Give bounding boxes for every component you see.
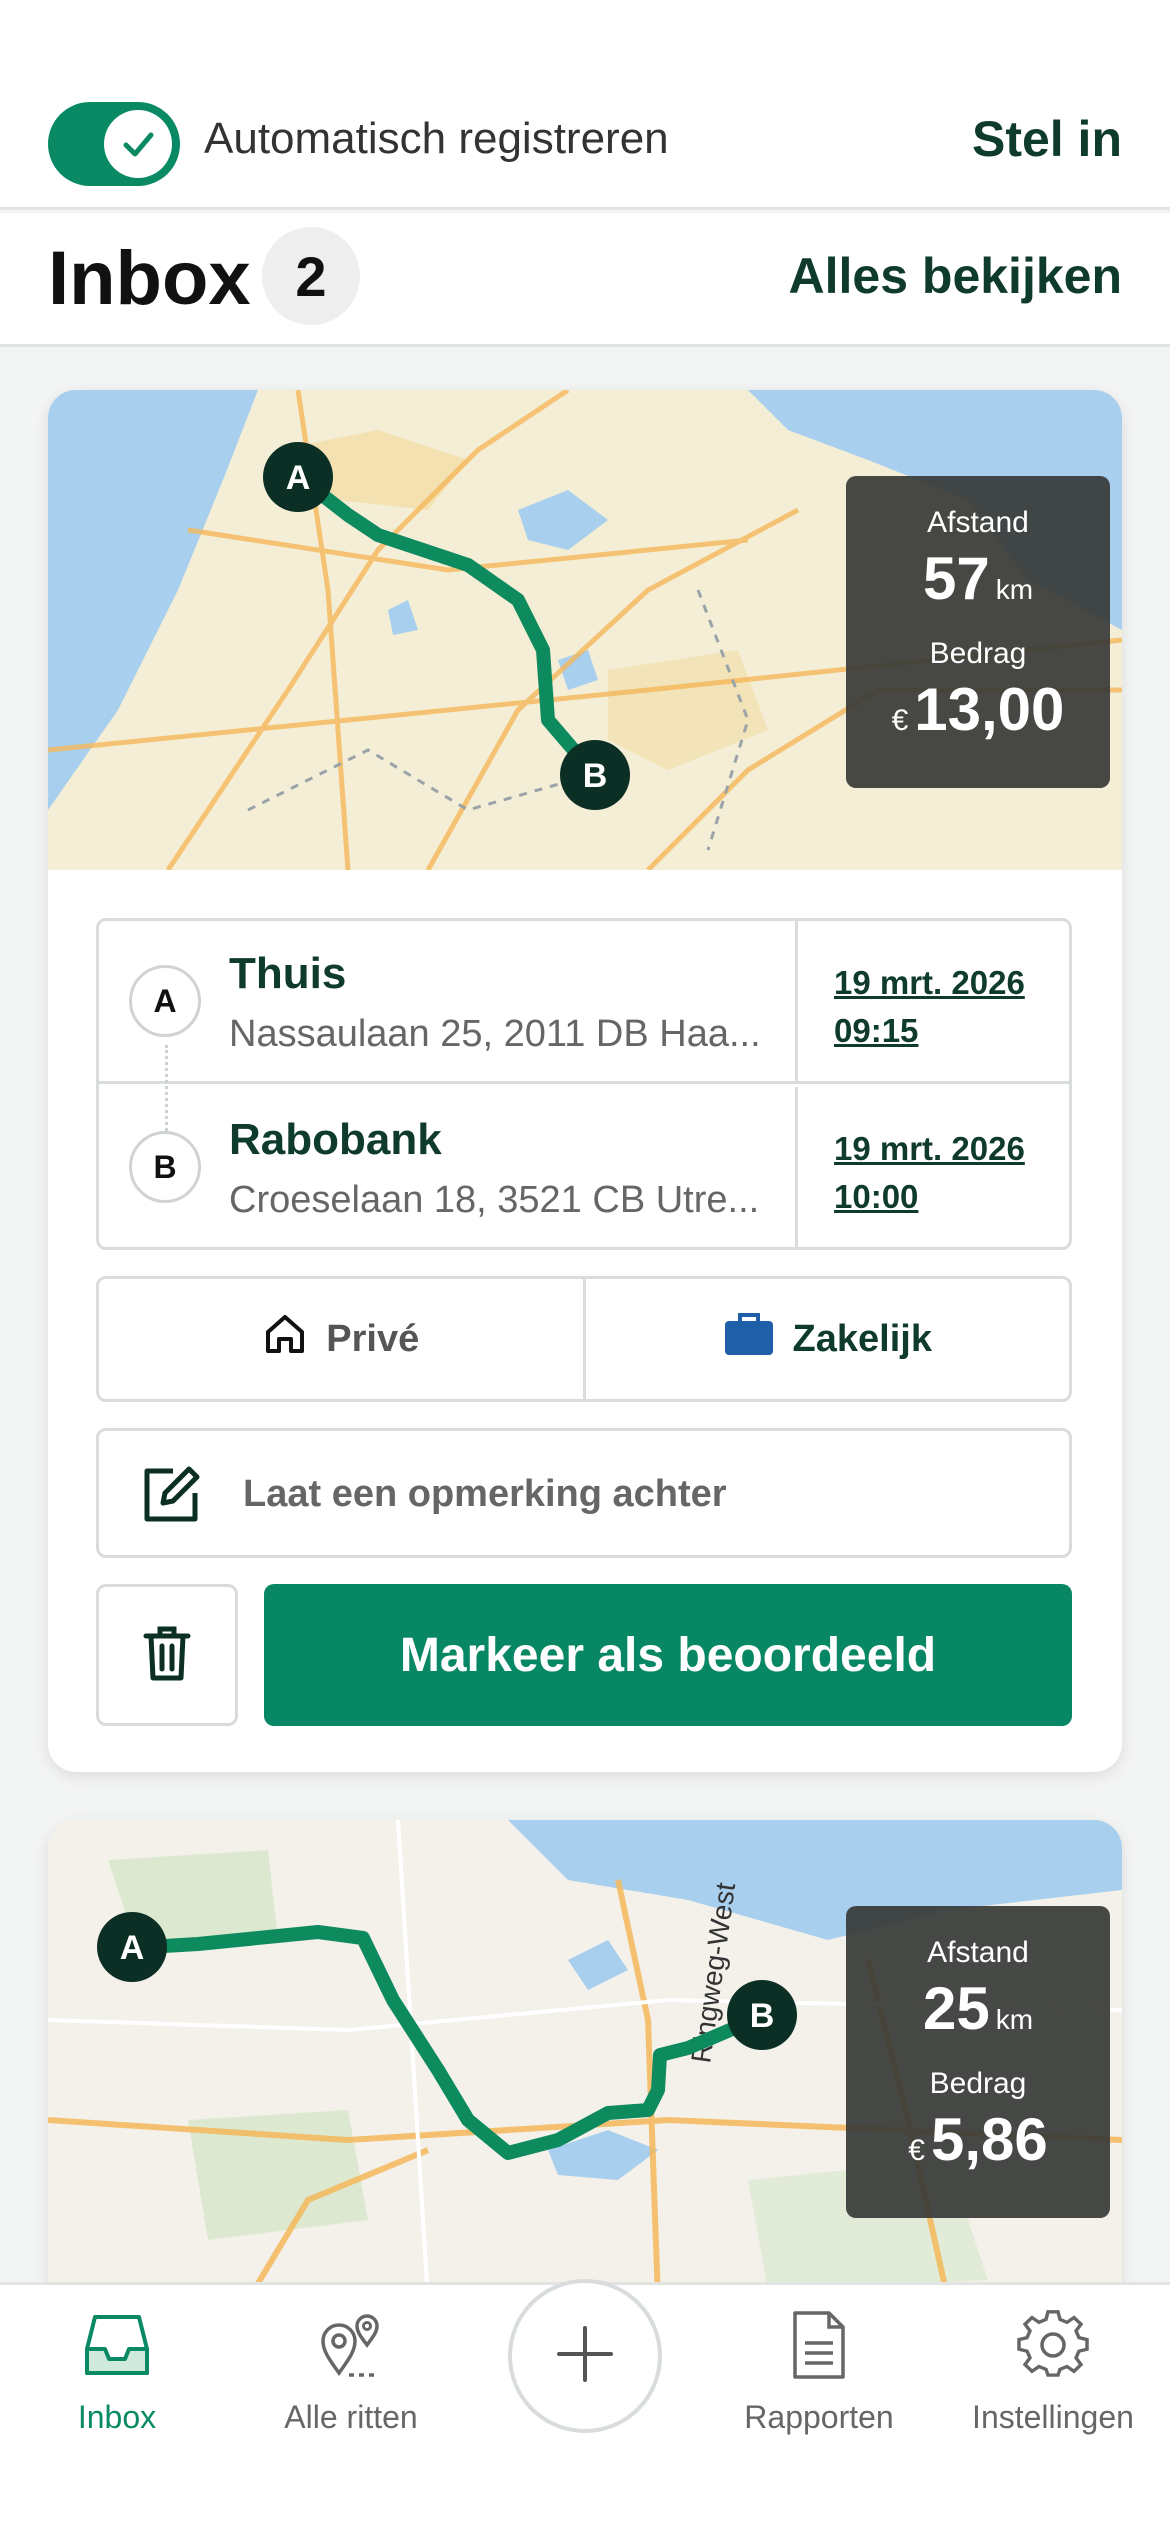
bottom-tab-bar: Inbox Alle ritten Rapporten Instellingen bbox=[0, 2279, 1170, 2532]
end-time: 10:00 bbox=[834, 1178, 919, 1215]
view-all-link[interactable]: Alles bekijken bbox=[789, 247, 1123, 305]
amount-value: €13,00 bbox=[891, 676, 1065, 743]
start-date: 19 mrt. 2026 bbox=[834, 964, 1025, 1001]
distance-label: Afstand bbox=[927, 1936, 1029, 1969]
tab-inbox[interactable]: Inbox bbox=[0, 2299, 234, 2436]
map-marker-start: A bbox=[286, 459, 311, 497]
trip-stats-overlay: Afstand 57 km Bedrag €13,00 bbox=[846, 476, 1110, 788]
business-label: Zakelijk bbox=[792, 1317, 932, 1360]
inbox-count-badge: 2 bbox=[262, 227, 360, 325]
delete-button[interactable] bbox=[96, 1584, 238, 1726]
comment-field[interactable]: Laat een opmerking achter bbox=[96, 1428, 1072, 1558]
tab-settings[interactable]: Instellingen bbox=[936, 2299, 1170, 2436]
tab-settings-label: Instellingen bbox=[972, 2399, 1134, 2435]
edit-icon bbox=[139, 1463, 203, 1532]
trip-end-row[interactable]: B Rabobank Croeselaan 18, 3521 CB Utre..… bbox=[99, 1087, 1069, 1250]
trip-card: Ringweg-West A B Afstand 25 km Bedrag €5,… bbox=[48, 1820, 1122, 2300]
end-place-name: Rabobank bbox=[229, 1115, 442, 1164]
trash-icon bbox=[142, 1624, 192, 1687]
end-address: Croeselaan 18, 3521 CB Utre... bbox=[229, 1179, 760, 1221]
auto-register-bar: Automatisch registreren Stel in bbox=[0, 0, 1170, 210]
private-button[interactable]: Privé bbox=[99, 1279, 586, 1399]
start-marker: A bbox=[129, 965, 201, 1037]
gear-icon bbox=[936, 2299, 1170, 2391]
amount-value: €5,86 bbox=[908, 2106, 1048, 2173]
start-datetime[interactable]: 19 mrt. 2026 09:15 bbox=[795, 921, 1069, 1084]
route-pins-icon bbox=[234, 2299, 468, 2391]
auto-register-toggle[interactable] bbox=[48, 102, 180, 186]
start-time: 09:15 bbox=[834, 1012, 919, 1049]
business-button[interactable]: Zakelijk bbox=[586, 1279, 1070, 1399]
mark-reviewed-button[interactable]: Markeer als beoordeeld bbox=[264, 1584, 1072, 1726]
end-date: 19 mrt. 2026 bbox=[834, 1130, 1025, 1167]
trip-map[interactable]: A B Afstand 57 km Bedrag €13,00 bbox=[48, 390, 1122, 870]
page-title: Inbox bbox=[48, 236, 251, 321]
check-icon bbox=[104, 110, 172, 178]
amount-label: Bedrag bbox=[929, 637, 1027, 670]
private-label: Privé bbox=[326, 1317, 420, 1360]
auto-register-label: Automatisch registreren bbox=[204, 114, 669, 163]
distance-value: 25 km bbox=[922, 1975, 1034, 2042]
tab-reports-label: Rapporten bbox=[744, 2399, 894, 2435]
start-address: Nassaulaan 25, 2011 DB Haa... bbox=[229, 1013, 761, 1055]
end-datetime[interactable]: 19 mrt. 2026 10:00 bbox=[795, 1087, 1069, 1250]
trip-type-selector: Privé Zakelijk bbox=[96, 1276, 1072, 1402]
add-trip-button[interactable] bbox=[508, 2279, 662, 2433]
start-place-name: Thuis bbox=[229, 949, 347, 998]
trip-start-row[interactable]: A Thuis Nassaulaan 25, 2011 DB Haa... 19… bbox=[99, 921, 1069, 1084]
setup-link[interactable]: Stel in bbox=[972, 110, 1122, 168]
home-icon bbox=[262, 1311, 308, 1367]
tab-inbox-label: Inbox bbox=[77, 2399, 157, 2435]
distance-label: Afstand bbox=[927, 506, 1029, 539]
tab-reports[interactable]: Rapporten bbox=[702, 2299, 936, 2436]
end-marker: B bbox=[129, 1131, 201, 1203]
trip-card: A B Afstand 57 km Bedrag €13,00 A Thuis N… bbox=[48, 390, 1122, 1772]
trip-map[interactable]: Ringweg-West A B Afstand 25 km Bedrag €5,… bbox=[48, 1820, 1122, 2300]
briefcase-icon bbox=[723, 1311, 775, 1367]
map-marker-end: B bbox=[583, 757, 608, 795]
comment-placeholder: Laat een opmerking achter bbox=[243, 1473, 727, 1515]
map-marker-end: B bbox=[750, 1997, 775, 2035]
map-marker-start: A bbox=[120, 1929, 145, 1967]
inbox-icon bbox=[0, 2299, 234, 2391]
plus-icon bbox=[555, 2324, 615, 2389]
trip-stats-overlay: Afstand 25 km Bedrag €5,86 bbox=[846, 1906, 1110, 2218]
inbox-header: Inbox 2 Alles bekijken bbox=[0, 213, 1170, 347]
document-icon bbox=[702, 2299, 936, 2391]
tab-all-trips[interactable]: Alle ritten bbox=[234, 2299, 468, 2436]
amount-label: Bedrag bbox=[929, 2067, 1027, 2100]
distance-value: 57 km bbox=[922, 545, 1034, 612]
trip-stops-table: A Thuis Nassaulaan 25, 2011 DB Haa... 19… bbox=[96, 918, 1072, 1250]
tab-all-trips-label: Alle ritten bbox=[284, 2399, 418, 2435]
